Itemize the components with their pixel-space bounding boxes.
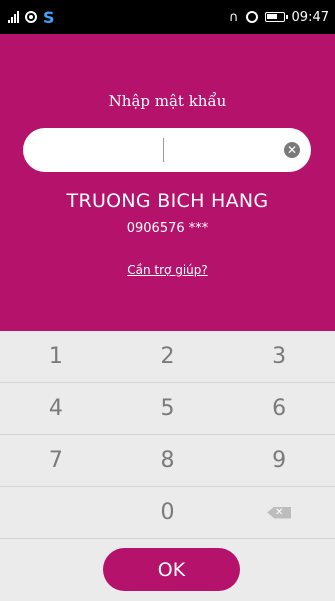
- key-6[interactable]: 6: [223, 383, 335, 434]
- keypad-row: 4 5 6: [0, 383, 335, 435]
- login-header: Nhập mật khẩu ✕ TRUONG BICH HANG 0906576…: [0, 34, 335, 331]
- ok-button[interactable]: OK: [103, 548, 240, 591]
- key-0[interactable]: 0: [112, 487, 224, 538]
- status-bar: S ∩ 09:47: [0, 0, 335, 34]
- keypad-row: 0 ✕: [0, 487, 335, 539]
- help-link[interactable]: Cần trợ giúp?: [0, 263, 335, 277]
- backspace-icon: ✕: [267, 506, 292, 519]
- battery-icon: [264, 12, 288, 22]
- status-left: S: [8, 8, 55, 27]
- backspace-key[interactable]: ✕: [223, 487, 335, 538]
- user-name: TRUONG BICH HANG: [66, 190, 269, 212]
- alarm-icon: [245, 11, 258, 23]
- status-time: 09:47: [291, 9, 329, 25]
- s-app-icon: S: [43, 7, 55, 27]
- password-field[interactable]: ✕: [23, 128, 311, 172]
- eye-icon: [25, 11, 37, 23]
- key-2[interactable]: 2: [112, 331, 224, 382]
- phone-number: 0906576 ***: [126, 221, 209, 236]
- numeric-keypad: 1 2 3 4 5 6 7 8 9 0 ✕ OK: [0, 331, 335, 601]
- key-empty: [0, 487, 112, 538]
- key-7[interactable]: 7: [0, 435, 112, 486]
- keypad-row: 1 2 3: [0, 331, 335, 383]
- keypad-row: 7 8 9: [0, 435, 335, 487]
- clear-icon[interactable]: ✕: [284, 142, 300, 158]
- text-cursor: [163, 138, 164, 162]
- key-4[interactable]: 4: [0, 383, 112, 434]
- key-1[interactable]: 1: [0, 331, 112, 382]
- key-5[interactable]: 5: [112, 383, 224, 434]
- status-right: ∩ 09:47: [229, 10, 329, 25]
- headphones-icon: ∩: [229, 9, 239, 25]
- key-3[interactable]: 3: [223, 331, 335, 382]
- key-8[interactable]: 8: [112, 435, 224, 486]
- signal-icon: [8, 11, 19, 23]
- page-title: Nhập mật khẩu: [108, 92, 227, 110]
- key-9[interactable]: 9: [223, 435, 335, 486]
